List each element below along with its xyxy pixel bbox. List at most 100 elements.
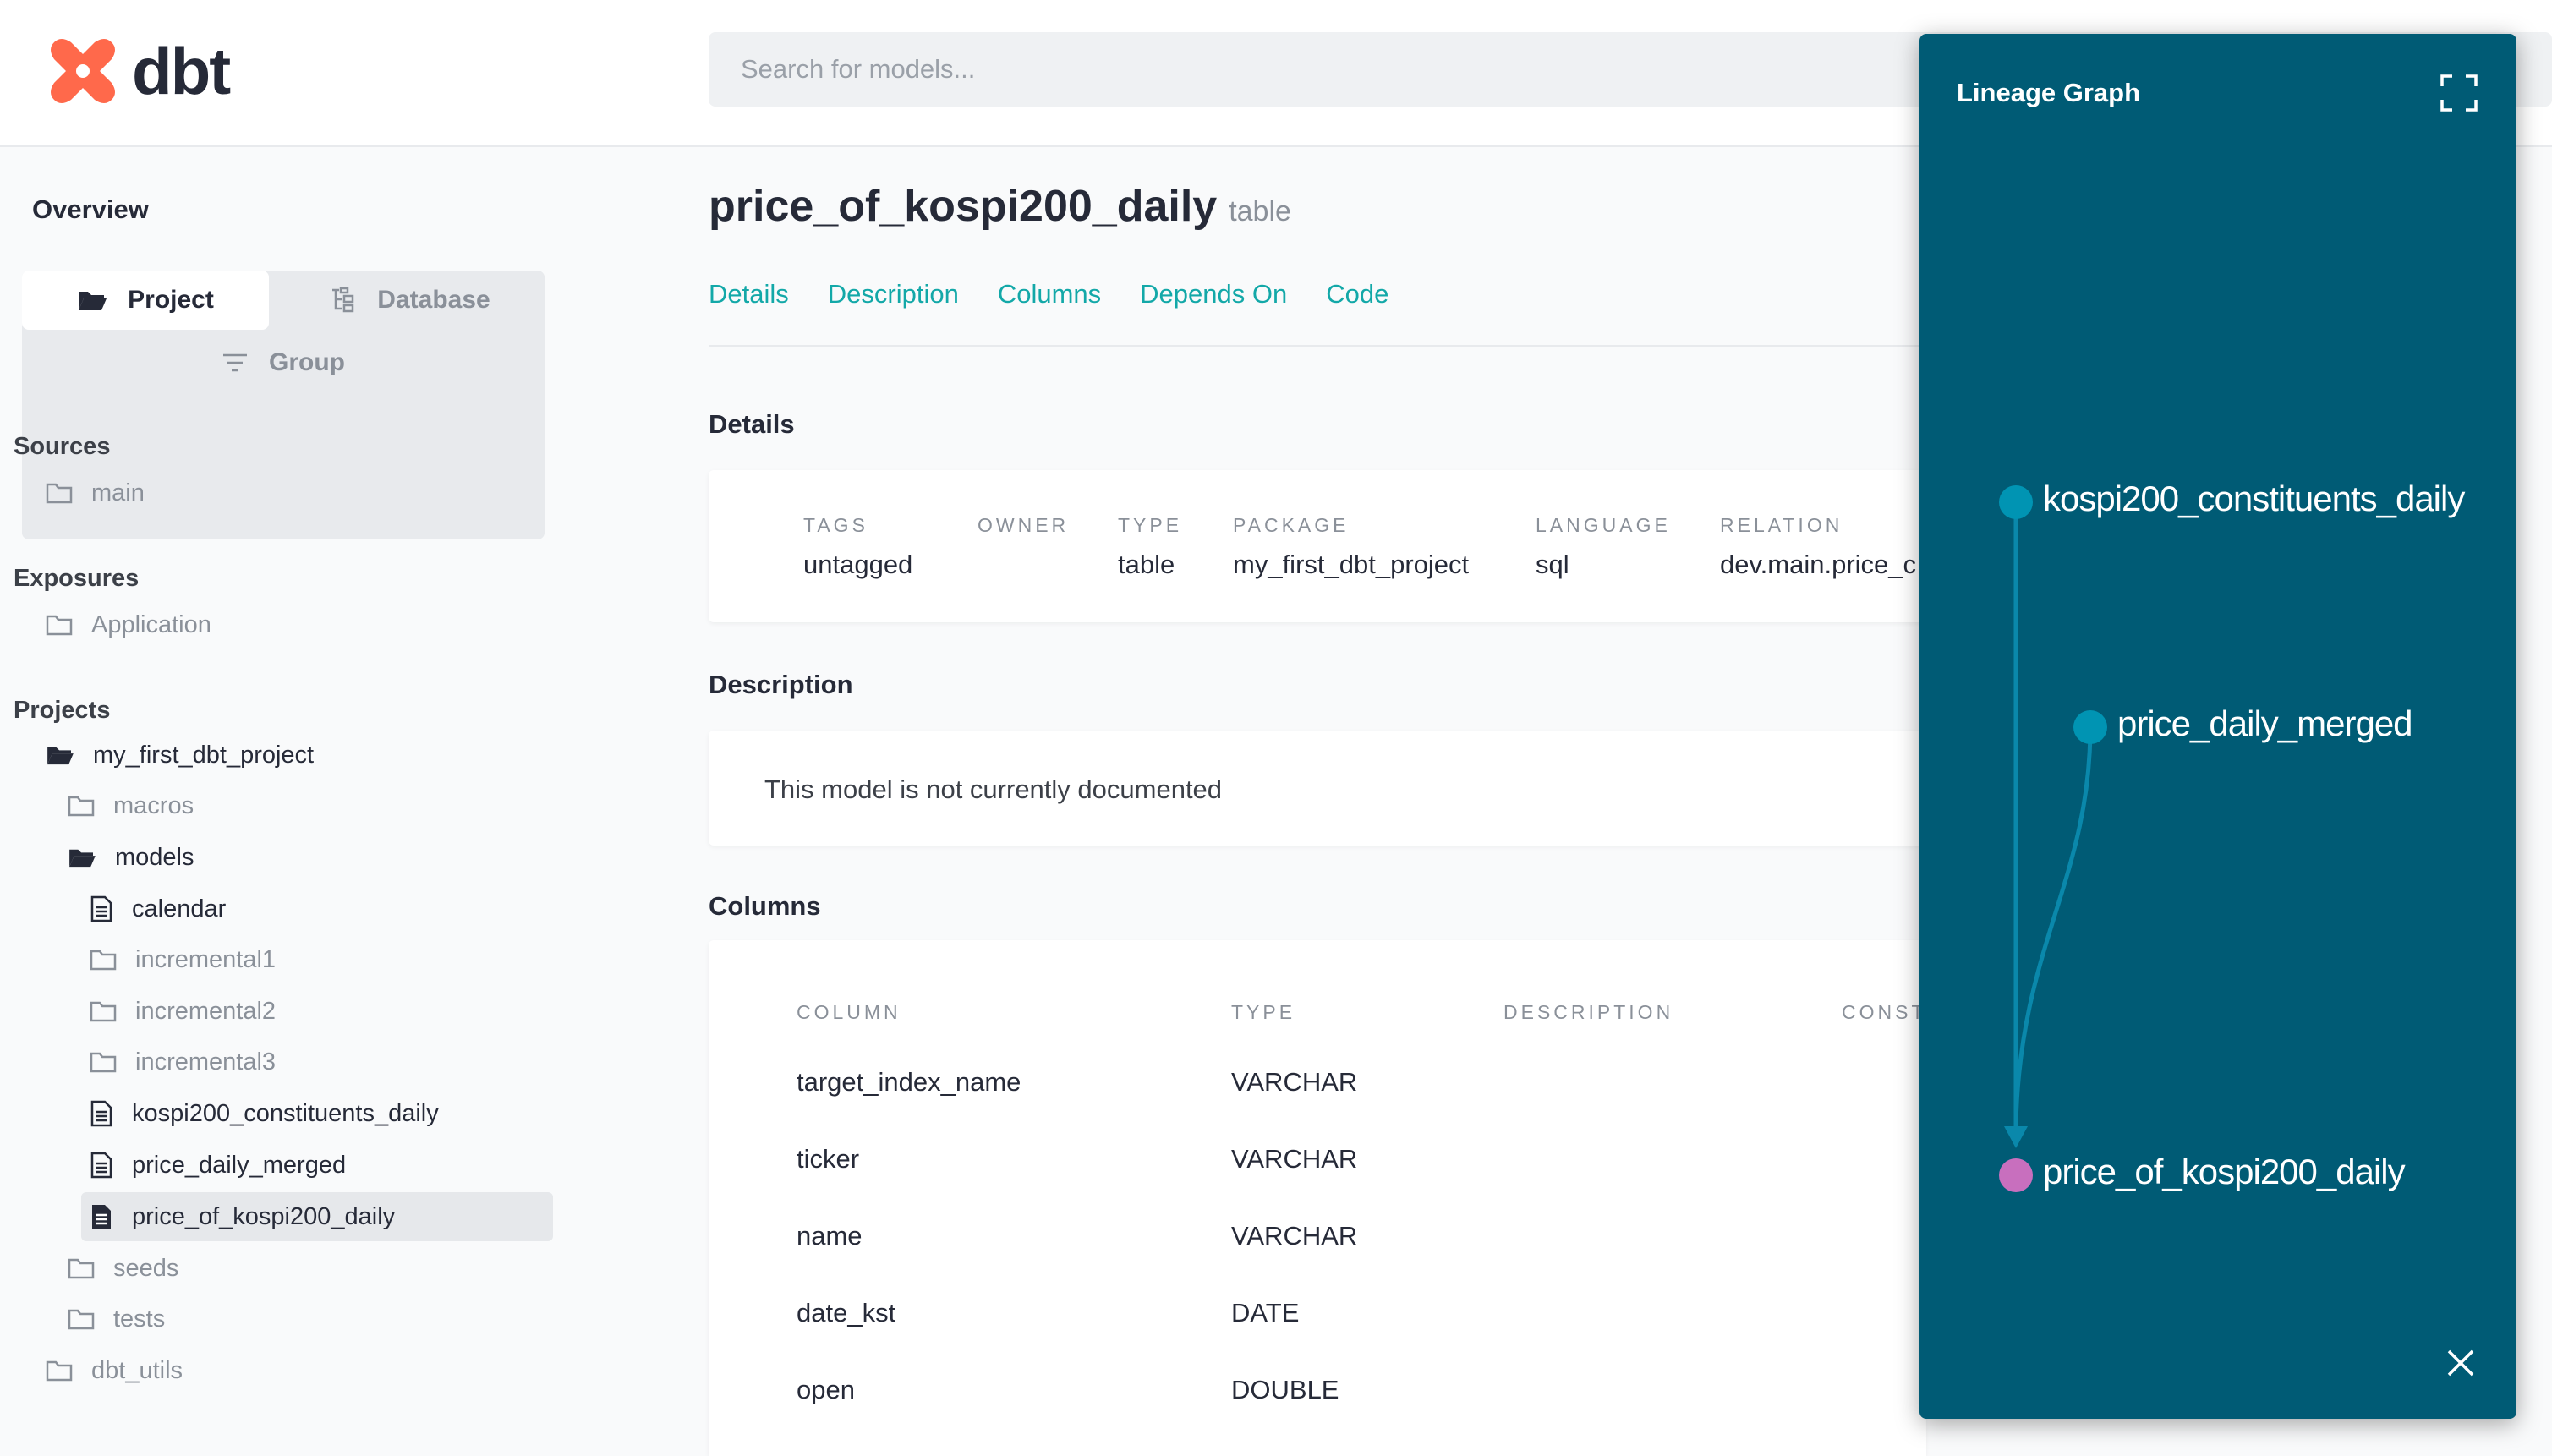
file-icon [90, 895, 112, 922]
meta-value-package: my_first_dbt_project [1233, 550, 1470, 579]
tab-project[interactable]: Project [22, 271, 269, 330]
sidebar-item-label: incremental2 [135, 997, 277, 1025]
columns-table: COLUMN TYPE DESCRIPTION CONST target_ind… [709, 940, 1926, 1456]
sidebar-item-incremental3[interactable]: incremental3 [90, 1037, 276, 1087]
projects-heading: Projects [14, 697, 111, 724]
meta-label-package: PACKAGE [1233, 514, 1350, 536]
tab-description[interactable]: Description [828, 279, 959, 309]
file-icon [90, 1152, 112, 1179]
sidebar-item-seeds[interactable]: seeds [68, 1244, 178, 1293]
folder-open-icon [47, 747, 74, 765]
sidebar-item-label: dbt_utils [91, 1356, 183, 1384]
sidebar-item-label: incremental1 [135, 945, 277, 973]
folder-icon [90, 1052, 117, 1073]
meta-label-relation: RELATION [1720, 514, 1843, 536]
sidebar-item-label: incremental3 [135, 1048, 277, 1076]
folder-icon [46, 615, 73, 636]
tab-database-label: Database [377, 286, 490, 314]
meta-label-owner: OWNER [978, 514, 1070, 536]
sidebar-item-macros[interactable]: macros [68, 781, 194, 830]
model-title-row: price_of_kospi200_daily table [709, 181, 1291, 232]
table-cell-column[interactable]: date_kst [797, 1298, 895, 1328]
file-icon [90, 1100, 112, 1127]
details-heading: Details [709, 409, 795, 439]
database-tree-icon [332, 287, 354, 313]
sidebar-item-incremental1[interactable]: incremental1 [90, 935, 276, 984]
sidebar-item-label: my_first_dbt_project [93, 741, 315, 769]
lineage-edge [2013, 726, 2093, 1127]
meta-value-language: sql [1536, 550, 1569, 579]
folder-icon [90, 950, 117, 971]
table-cell-type: VARCHAR [1231, 1067, 1358, 1097]
dbt-logo-icon [51, 39, 115, 103]
tab-group[interactable]: Group [22, 335, 545, 391]
folder-icon [90, 1001, 117, 1022]
sidebar: Overview Project Database Group Sources … [0, 147, 575, 1456]
lineage-node-label[interactable]: price_of_kospi200_daily [2043, 1152, 2406, 1192]
table-cell-type: VARCHAR [1231, 1144, 1358, 1174]
tab-columns[interactable]: Columns [998, 279, 1101, 309]
file-filled-icon [92, 1205, 111, 1229]
lineage-node-price-daily-merged[interactable] [2073, 710, 2107, 744]
arrow-head-icon [2004, 1126, 2028, 1148]
column-header-type: TYPE [1231, 1001, 1296, 1023]
table-cell-column[interactable]: name [797, 1221, 863, 1251]
lineage-node-kospi200-constituents-daily[interactable] [1999, 485, 2033, 519]
table-cell-column[interactable]: ticker [797, 1144, 859, 1174]
sidebar-item-dbt-utils[interactable]: dbt_utils [46, 1346, 183, 1395]
sidebar-item-label: macros [113, 791, 194, 819]
tab-project-label: Project [128, 286, 214, 314]
folder-icon [46, 1360, 73, 1382]
folder-open-icon [69, 849, 96, 868]
columns-heading: Columns [709, 891, 821, 921]
tab-details[interactable]: Details [709, 279, 789, 309]
table-cell-column[interactable]: target_index_name [797, 1067, 1021, 1097]
section-nav: Details Description Columns Depends On C… [709, 279, 1427, 309]
model-type-badge: table [1229, 195, 1291, 227]
page-title: price_of_kospi200_daily [709, 182, 1218, 231]
lineage-node-label[interactable]: kospi200_constituents_daily [2043, 479, 2465, 519]
table-cell-column[interactable]: open [797, 1375, 855, 1405]
sidebar-item-price-of-kospi200-daily[interactable]: price_of_kospi200_daily [81, 1192, 553, 1241]
folder-icon [68, 796, 95, 817]
overview-link[interactable]: Overview [32, 194, 149, 225]
tab-code[interactable]: Code [1326, 279, 1388, 309]
sidebar-item-calendar[interactable]: calendar [90, 884, 226, 933]
sidebar-item-label: price_of_kospi200_daily [132, 1202, 396, 1230]
meta-label-type: TYPE [1118, 514, 1183, 536]
tab-depends-on[interactable]: Depends On [1140, 279, 1287, 309]
exposures-heading: Exposures [14, 565, 140, 592]
meta-value-relation: dev.main.price_c [1720, 550, 1917, 579]
meta-label-tags: TAGS [803, 514, 868, 536]
close-icon[interactable] [2444, 1346, 2478, 1380]
sidebar-item-label: calendar [132, 895, 227, 922]
sidebar-item-incremental2[interactable]: incremental2 [90, 987, 276, 1036]
folder-open-icon [79, 292, 107, 310]
sidebar-item-label: tests [113, 1305, 166, 1333]
sidebar-item-label: models [115, 843, 194, 871]
sidebar-item-label: kospi200_constituents_daily [132, 1099, 439, 1127]
sidebar-item-price-daily-merged[interactable]: price_daily_merged [90, 1141, 346, 1190]
lineage-node-label[interactable]: price_daily_merged [2117, 703, 2413, 744]
sidebar-item-label: price_daily_merged [132, 1151, 347, 1179]
description-card: This model is not currently documented [709, 731, 1926, 846]
sidebar-item-models[interactable]: models [68, 833, 194, 882]
folder-icon [46, 483, 73, 504]
lineage-node-price-of-kospi200-daily[interactable] [1999, 1158, 2033, 1192]
filter-lines-icon [223, 353, 247, 372]
sidebar-item-my-first-dbt-project[interactable]: my_first_dbt_project [46, 731, 314, 780]
table-cell-type: VARCHAR [1231, 1221, 1358, 1251]
dbt-logo[interactable]: dbt [47, 32, 231, 110]
logo-wordmark: dbt [132, 33, 231, 108]
sidebar-item-tests[interactable]: tests [68, 1295, 165, 1344]
meta-value-type: table [1118, 550, 1175, 579]
sources-heading: Sources [14, 433, 111, 460]
sidebar-item-main[interactable]: main [46, 468, 145, 517]
tab-database[interactable]: Database [276, 271, 545, 330]
sidebar-item-kospi200-constituents-daily[interactable]: kospi200_constituents_daily [90, 1089, 439, 1138]
details-card: TAGS untagged OWNER TYPE table PACKAGE m… [709, 470, 1926, 622]
sidebar-item-label: main [91, 479, 145, 506]
tab-group-label: Group [269, 348, 345, 376]
sidebar-item-application[interactable]: Application [46, 600, 211, 649]
sidebar-item-label: seeds [113, 1254, 179, 1282]
